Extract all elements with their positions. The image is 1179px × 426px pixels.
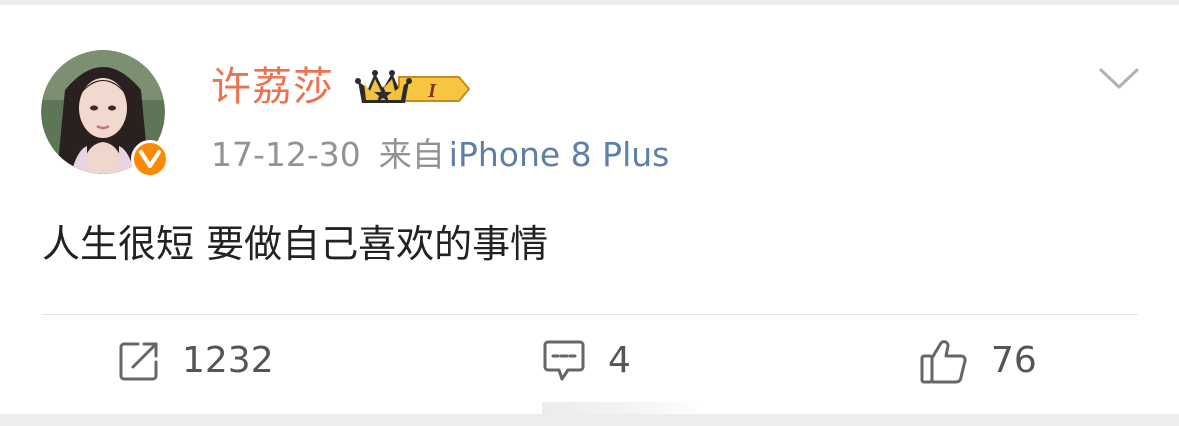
post-card: 许荔莎 I 17-12-30 来自 iPhone 8 Plus 人生很短 要做自己喜… [0, 5, 1179, 419]
author-name[interactable]: 许荔莎 [211, 63, 334, 111]
repost-button[interactable]: 1232 [118, 337, 274, 385]
repost-icon [119, 342, 158, 381]
source-device-link[interactable]: iPhone 8 Plus [449, 135, 670, 174]
post-date: 17-12-30 [211, 135, 361, 174]
like-button[interactable]: 76 [919, 337, 1037, 385]
comment-count: 4 [608, 340, 631, 381]
divider [42, 314, 1138, 315]
more-options-button[interactable] [1098, 65, 1140, 93]
crown-icon[interactable]: I [355, 67, 471, 111]
comment-button[interactable]: 4 [542, 337, 631, 385]
bottom-separator [0, 414, 1179, 426]
thumbs-up-icon [920, 340, 967, 384]
author-avatar-wrapper[interactable] [41, 50, 169, 178]
verified-v-icon [131, 140, 169, 178]
like-count: 76 [991, 340, 1037, 381]
source-label: 来自 [378, 135, 445, 174]
post-text: 人生很短 要做自己喜欢的事情 [42, 222, 549, 266]
vip-level-label: I [427, 80, 437, 102]
repost-count: 1232 [182, 340, 274, 381]
chevron-down-icon [1099, 68, 1139, 89]
comment-icon [543, 340, 585, 381]
post-meta: 17-12-30 来自 iPhone 8 Plus [211, 133, 669, 177]
